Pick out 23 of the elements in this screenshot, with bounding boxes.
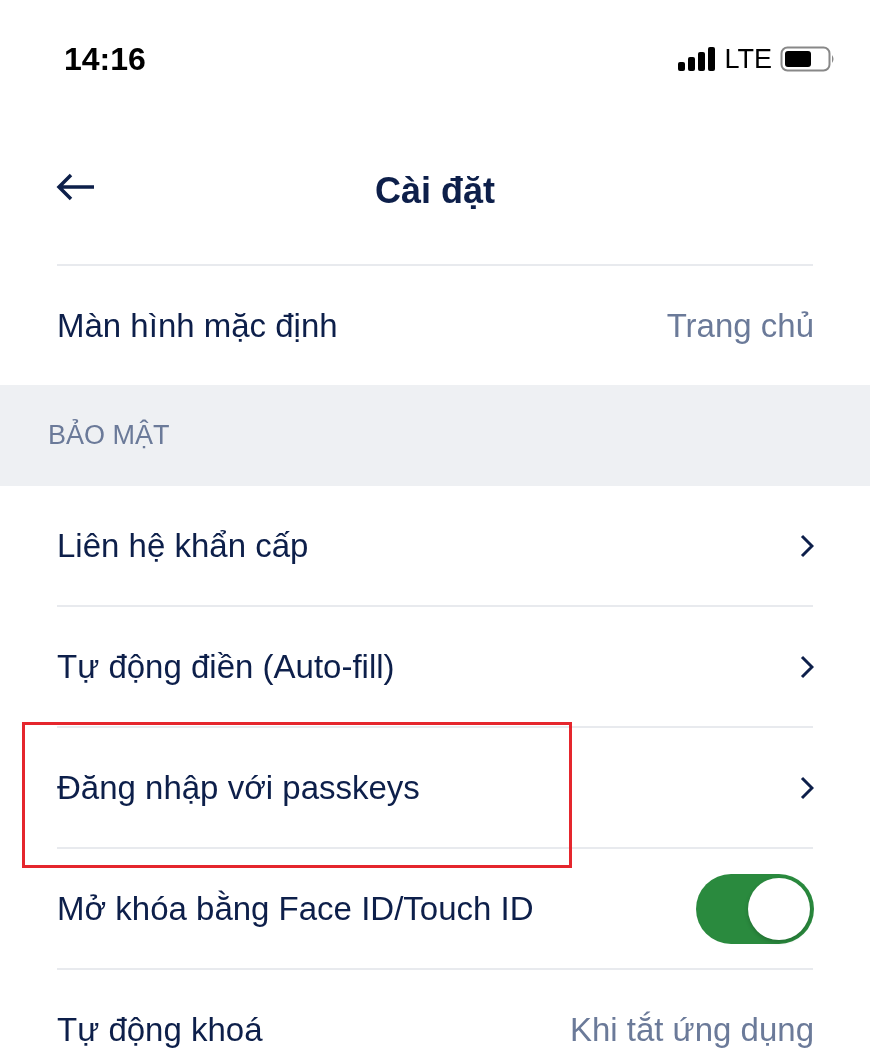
page-title: Cài đặt (375, 170, 495, 212)
setting-value: Khi tắt ứng dụng (569, 1010, 814, 1049)
signal-icon (678, 47, 717, 71)
battery-icon (780, 46, 836, 72)
chevron-right-icon (800, 775, 814, 800)
setting-label: Màn hình mặc định (57, 306, 338, 345)
setting-label: Tự động điền (Auto-fill) (57, 647, 395, 686)
setting-label: Mở khóa bằng Face ID/Touch ID (57, 889, 534, 928)
setting-label: Tự động khoá (57, 1010, 263, 1049)
network-label: LTE (724, 43, 772, 75)
setting-row[interactable]: Tự động khoá Khi tắt ứng dụng (0, 970, 870, 1054)
setting-label: Liên hệ khẩn cấp (57, 526, 309, 565)
setting-row[interactable]: Màn hình mặc định Trang chủ (0, 266, 870, 385)
section-title: BẢO MẬT (48, 420, 170, 451)
setting-row[interactable]: Liên hệ khẩn cấp (0, 486, 870, 605)
setting-row[interactable]: Tự động điền (Auto-fill) (0, 607, 870, 726)
setting-value: Trang chủ (666, 306, 814, 345)
setting-label: Đăng nhập với passkeys (57, 768, 420, 807)
chevron-right-icon (800, 654, 814, 679)
back-arrow-icon (56, 172, 96, 202)
status-time: 14:16 (64, 40, 146, 78)
setting-row[interactable]: Đăng nhập với passkeys (0, 728, 870, 847)
chevron-right-icon (800, 533, 814, 558)
